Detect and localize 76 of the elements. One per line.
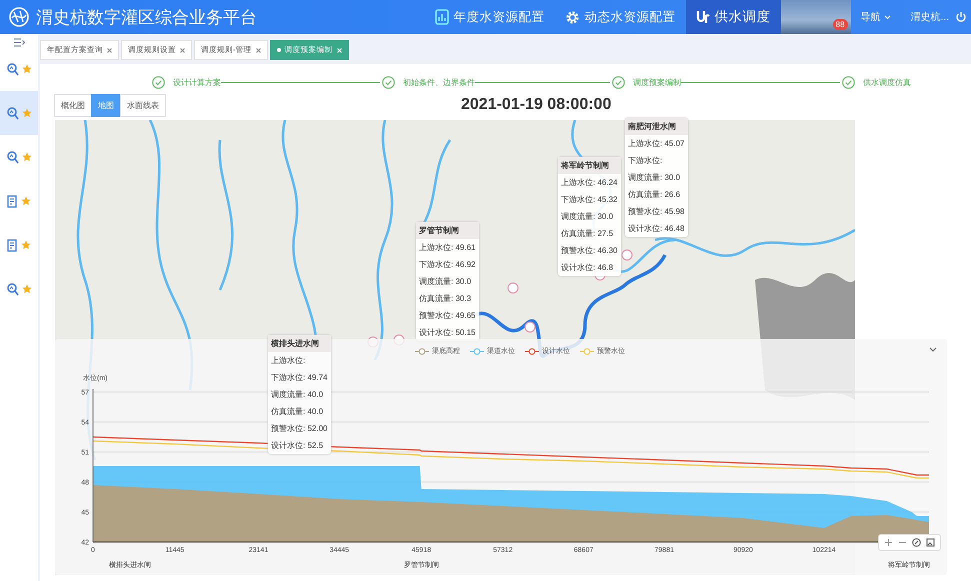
magnifier-icon — [6, 62, 18, 76]
gate-reading: 调度流量: 30.0 — [418, 276, 472, 288]
gate-reading: 仿真流量: 40.0 — [270, 406, 324, 418]
power-icon[interactable] — [955, 11, 967, 23]
legend-marker-icon — [580, 348, 594, 354]
legend-marker-icon — [525, 348, 539, 354]
star-icon — [22, 284, 32, 294]
legend-marker-icon — [415, 348, 429, 354]
nav-tab[interactable]: 供水调度 — [686, 0, 781, 34]
legend-marker-icon — [470, 348, 484, 354]
gate-reading: 调度流量: 30.0 — [560, 211, 614, 223]
zoom-in-button[interactable] — [883, 537, 894, 548]
gate-reading: 上游水位: 49.61 — [418, 242, 476, 254]
star-icon — [21, 240, 31, 250]
compass-icon — [912, 538, 921, 547]
menu-toggle-icon[interactable] — [14, 38, 24, 47]
magnifier-icon — [6, 150, 18, 164]
step-label: 初始条件、边界条件 — [403, 76, 475, 88]
plus-icon — [884, 538, 893, 547]
app-title: 渭史杭数字灌区综合业务平台 — [36, 6, 258, 28]
gate-reading: 下游水位: 45.32 — [560, 194, 618, 206]
user-name[interactable]: 渭史杭... — [910, 10, 949, 24]
document-icon — [7, 238, 18, 252]
close-icon[interactable] — [107, 48, 112, 52]
gate-reading: 上游水位: 45.07 — [627, 138, 686, 150]
gate-reading: 仿真流量: 26.6 — [627, 189, 682, 201]
gate-reading: 上游水位: — [270, 355, 306, 367]
flow-icon — [696, 9, 710, 25]
save-image-button[interactable] — [925, 537, 936, 548]
gate-reading: 下游水位: — [627, 155, 664, 167]
close-icon[interactable] — [180, 48, 185, 52]
chevron-icon[interactable] — [929, 347, 937, 352]
reset-button[interactable] — [911, 537, 922, 548]
caret-icon — [884, 14, 891, 20]
gate-reading: 设计水位: 46.48 — [627, 223, 686, 235]
star-icon — [22, 64, 32, 74]
nav-tab[interactable]: 动态水资源配置 — [554, 0, 686, 34]
magnifier-icon — [6, 106, 18, 120]
view-button[interactable]: 概化图 — [54, 94, 92, 116]
nav-menu[interactable]: 导航 — [854, 9, 897, 25]
gate-name: 罗管节制闸 — [416, 222, 478, 239]
gate-reading: 调度流量: 40.0 — [270, 389, 324, 401]
magnifier-icon — [6, 282, 18, 296]
gate-reading: 下游水位: 49.74 — [270, 372, 328, 384]
gate-reading: 设计水位: 50.15 — [418, 327, 476, 339]
gear-icon — [564, 10, 580, 24]
view-button[interactable]: 水面线表 — [120, 94, 166, 116]
gate-reading: 仿真流量: 27.5 — [560, 228, 614, 240]
gate-reading: 预警水位: 49.65 — [418, 310, 476, 322]
star-icon — [22, 152, 32, 162]
gate-reading: 调度流量: 30.0 — [627, 172, 682, 184]
gate-reading: 预警水位: 45.98 — [627, 206, 686, 218]
logo-icon — [8, 6, 30, 28]
gate-reading: 仿真流量: 30.3 — [418, 293, 472, 305]
step-label: 调度预案编制 — [633, 76, 681, 88]
close-icon[interactable] — [256, 48, 260, 52]
chart-icon — [434, 9, 449, 25]
notification-badge: 88 — [832, 19, 848, 30]
gate-reading: 设计水位: 52.5 — [270, 440, 324, 452]
gate-name: 南肥河泄水闸 — [625, 118, 688, 135]
gate-reading: 上游水位: 46.24 — [560, 177, 618, 189]
gate-reading: 设计水位: 46.8 — [560, 262, 614, 274]
sidebar-item[interactable] — [0, 91, 38, 135]
image-icon — [926, 538, 935, 547]
step-label: 供水调度仿真 — [863, 76, 911, 88]
gate-name: 将军岭节制闸 — [558, 157, 620, 174]
gate-reading: 预警水位: 46.30 — [560, 245, 618, 257]
star-icon — [21, 196, 31, 206]
star-icon — [22, 108, 32, 118]
gate-name: 横排头进水闸 — [268, 335, 330, 352]
gate-reading: 下游水位: 46.92 — [418, 259, 476, 271]
gate-reading: 预警水位: 52.00 — [270, 423, 328, 435]
date-time: 2021-01-19 08:00:00 — [461, 96, 612, 114]
step-label: 设计计算方案 — [173, 76, 221, 88]
document-icon — [7, 194, 18, 208]
nav-tab[interactable]: 年度水资源配置 — [424, 0, 555, 34]
